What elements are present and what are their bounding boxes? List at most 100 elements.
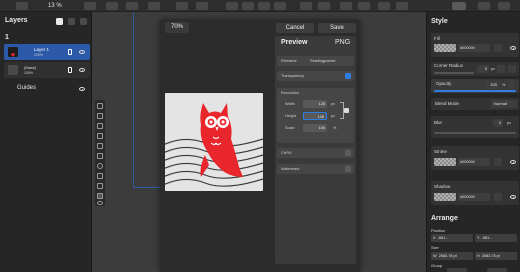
zoom-tool-icon[interactable] (97, 201, 103, 205)
w-label: W (433, 254, 437, 258)
shadow-section: Shadow #000000 (431, 181, 519, 205)
toolbar-button-12[interactable] (318, 2, 330, 10)
fill-swap-icon[interactable] (494, 44, 502, 52)
fill-hex-input[interactable]: #000000 (458, 44, 490, 52)
toolbar-button-14[interactable] (358, 2, 370, 10)
layer-opacity: 100% (24, 71, 33, 75)
shadow-swap-icon[interactable] (494, 193, 502, 201)
ungroup-button[interactable] (487, 268, 507, 272)
stroke-swatch[interactable] (434, 158, 456, 166)
shadow-swatch[interactable] (434, 193, 456, 201)
lock-icon[interactable] (68, 67, 72, 73)
h-value: 2583.78 pt (481, 254, 500, 258)
brush-tool-icon[interactable] (97, 143, 103, 149)
width-input[interactable]: 128 (303, 100, 327, 108)
direct-select-tool-icon[interactable] (97, 113, 103, 119)
export-preview-image (165, 93, 263, 191)
view-mode-button[interactable] (16, 2, 28, 10)
position-x-field[interactable]: X -681... (431, 234, 473, 242)
toolbar-button-6[interactable] (196, 2, 208, 10)
toolbar-button-4[interactable] (148, 2, 160, 10)
toolbar-button-9[interactable] (258, 2, 270, 10)
guides-label: Guides (17, 85, 37, 91)
filename-input[interactable]: Readingpointer (310, 59, 336, 63)
stroke-hex-input[interactable]: #000000 (458, 158, 490, 166)
size-w-field[interactable]: W 2583.78 pt (431, 252, 473, 260)
layer-tool-icon[interactable] (68, 18, 75, 25)
toolbar-button-3[interactable] (126, 2, 138, 10)
preview-zoom[interactable]: 70% (165, 22, 189, 33)
toolbar-button-11[interactable] (300, 2, 312, 10)
settings-tab-button[interactable] (498, 2, 510, 10)
opacity-stepper[interactable] (509, 81, 515, 89)
ellipse-tool-icon[interactable] (97, 163, 103, 169)
save-button[interactable]: Save (318, 23, 356, 33)
owl-stamp-artwork (165, 103, 263, 187)
export-settings-panel: Preview PNG Filename Readingpointer Tran… (275, 36, 356, 264)
layer-row[interactable]: Layer 1 100% (4, 44, 90, 60)
toolbar-button-15[interactable] (378, 2, 390, 10)
size-h-field[interactable]: H 2583.78 pt (475, 252, 517, 260)
top-toolbar: 13 % (0, 0, 520, 12)
select-tool-icon[interactable] (97, 103, 103, 109)
visibility-eye-icon[interactable] (79, 68, 85, 72)
w-value: 2583.78 pt (438, 254, 457, 258)
style-tab-button[interactable] (452, 2, 466, 10)
fill-visibility-icon[interactable] (510, 46, 516, 50)
rectangle-tool-icon[interactable] (97, 153, 103, 159)
shadow-hex-input[interactable]: #000000 (458, 193, 490, 201)
stroke-visibility-icon[interactable] (510, 160, 516, 164)
corner-radius-slider[interactable] (434, 72, 474, 74)
fill-section: Fill #000000 (431, 33, 519, 57)
corner-style-icon[interactable] (508, 65, 516, 73)
size-label: Size (431, 245, 439, 250)
toolbar-button-13[interactable] (340, 2, 352, 10)
export-tab-button[interactable] (478, 2, 490, 10)
fill-tool-icon[interactable] (97, 183, 103, 189)
toolbar-button-5[interactable] (176, 2, 188, 10)
visibility-eye-icon[interactable] (79, 50, 85, 54)
opacity-input[interactable]: 100 (485, 81, 499, 89)
guides-visibility-icon[interactable] (79, 87, 85, 91)
toolbar-button-2[interactable] (106, 2, 118, 10)
pencil-tool-icon[interactable] (97, 133, 103, 139)
watermark-checkbox[interactable] (345, 166, 351, 172)
toolbar-button-7[interactable] (226, 2, 238, 10)
corner-radius-input[interactable]: 0 (477, 65, 489, 73)
toolbar-button-8[interactable] (242, 2, 254, 10)
transparency-checkbox[interactable] (345, 73, 351, 79)
layer-row[interactable]: (Mask) 100% (4, 62, 90, 78)
aspect-lock-icon[interactable] (344, 108, 349, 113)
shadow-visibility-icon[interactable] (510, 195, 516, 199)
height-input[interactable]: 128 (303, 112, 327, 120)
new-layer-icon[interactable] (56, 18, 63, 25)
hand-tool-icon[interactable] (97, 193, 103, 199)
pen-tool-icon[interactable] (97, 123, 103, 129)
delete-layer-icon[interactable] (80, 18, 87, 25)
fill-swatch[interactable] (434, 44, 456, 52)
transparency-row: Transparency (277, 71, 354, 81)
cmyk-checkbox[interactable] (345, 150, 351, 156)
zoom-level[interactable]: 13 % (48, 2, 62, 10)
toolbar-button-10[interactable] (274, 2, 286, 10)
text-tool-icon[interactable] (97, 173, 103, 179)
x-value: -681... (437, 236, 449, 240)
blur-input[interactable]: 0 (493, 119, 503, 127)
format-select[interactable]: PNG (335, 39, 350, 46)
cancel-button[interactable]: Cancel (276, 23, 314, 33)
toolbar-button-1[interactable] (84, 2, 96, 10)
stroke-swap-icon[interactable] (494, 158, 502, 166)
lock-icon[interactable] (68, 49, 72, 55)
blend-mode-select[interactable]: Normal (491, 100, 517, 108)
height-unit: px (331, 114, 336, 118)
group-button[interactable] (447, 268, 467, 272)
position-y-field[interactable]: Y -581... (475, 234, 517, 242)
group-label: Group (431, 263, 443, 268)
cmyk-label: CMYK (281, 151, 292, 155)
blur-slider[interactable] (434, 132, 516, 134)
corner-options-icon[interactable] (497, 65, 505, 73)
toolbar-button-16[interactable] (396, 2, 408, 10)
scale-input[interactable]: 100 (303, 124, 327, 132)
opacity-slider[interactable] (434, 90, 516, 92)
height-label: Height (285, 114, 296, 118)
